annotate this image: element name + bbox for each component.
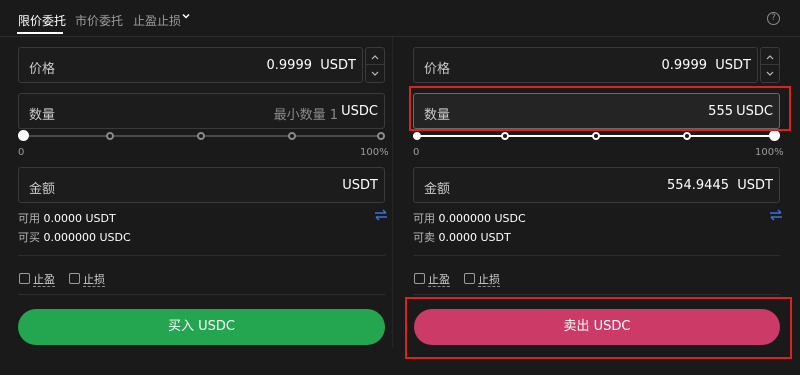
sell-sellable-value: 0.0000 USDT [438, 231, 511, 244]
sell-amount-value: 554.9445 [666, 178, 729, 193]
swap-arrows-icon[interactable] [374, 209, 388, 221]
buy-quantity-field[interactable]: 数量 最小数量 1 USDC [18, 93, 385, 129]
slider-thumb[interactable] [769, 130, 780, 141]
sell-take-profit-checkbox[interactable] [414, 273, 425, 284]
sell-slider-min: 0 [413, 147, 420, 158]
buy-buyable-label: 可买 [18, 231, 40, 244]
buy-price-value: 0.9999 [266, 58, 313, 73]
buy-slider-min: 0 [18, 147, 25, 158]
buy-stop-loss-checkbox[interactable] [69, 273, 80, 284]
buy-button[interactable]: 买入 USDC [18, 309, 385, 345]
buy-available-value: 0.0000 USDT [43, 212, 116, 225]
sell-separator-2 [413, 294, 780, 295]
slider-step-100[interactable] [377, 132, 385, 140]
buy-available-label: 可用 [18, 212, 40, 225]
buy-price-field[interactable]: 价格 0.9999 USDT [18, 47, 363, 83]
chevron-up-icon [371, 55, 379, 60]
slider-step-75[interactable] [683, 132, 691, 140]
buy-amount-label: 金额 [29, 182, 56, 197]
buy-take-profit-checkbox[interactable] [19, 273, 30, 284]
buy-price-unit: USDT [320, 58, 356, 73]
sell-stop-loss-checkbox[interactable] [464, 273, 475, 284]
slider-thumb[interactable] [18, 130, 29, 141]
sell-price-unit: USDT [715, 58, 751, 73]
sell-slider-max: 100% [755, 147, 784, 158]
column-divider [392, 37, 393, 347]
chevron-down-icon [766, 71, 774, 76]
sell-take-profit-label[interactable]: 止盈 [428, 273, 450, 287]
sell-amount-field[interactable]: 金额 554.9445 USDT [413, 167, 780, 203]
tab-limit-order[interactable]: 限价委托 [18, 12, 66, 29]
help-icon[interactable]: ? [767, 12, 780, 25]
buy-amount-field[interactable]: 金额 USDT [18, 167, 385, 203]
buy-quantity-slider[interactable] [18, 127, 385, 147]
chevron-down-icon[interactable] [181, 11, 191, 21]
sell-sellable-label: 可卖 [413, 231, 435, 244]
chevron-up-icon [766, 55, 774, 60]
buy-separator-2 [18, 294, 385, 295]
order-type-tabs: 限价委托 市价委托 止盈止损 ? [0, 0, 800, 36]
slider-step-75[interactable] [288, 132, 296, 140]
buy-price-decrement[interactable] [366, 65, 384, 82]
sell-button-highlight-box [405, 297, 792, 359]
buy-quantity-label: 数量 [29, 108, 56, 123]
slider-step-0[interactable] [413, 132, 421, 140]
buy-amount-unit: USDT [342, 178, 378, 193]
sell-price-stepper[interactable] [760, 47, 780, 83]
quantity-highlight-box [409, 86, 791, 131]
sell-sellable: 可卖 0.0000 USDT [413, 229, 511, 245]
slider-step-25[interactable] [501, 132, 509, 140]
sell-stop-loss-label[interactable]: 止损 [478, 273, 500, 287]
buy-quantity-unit: USDC [341, 104, 378, 119]
sell-price-field[interactable]: 价格 0.9999 USDT [413, 47, 758, 83]
sell-available-label: 可用 [413, 212, 435, 225]
chevron-down-icon [371, 71, 379, 76]
tab-market-order[interactable]: 市价委托 [75, 12, 123, 29]
buy-available: 可用 0.0000 USDT [18, 210, 116, 226]
buy-separator [18, 255, 385, 256]
buy-price-label: 价格 [29, 62, 56, 77]
sell-price-value: 0.9999 [661, 58, 708, 73]
swap-arrows-icon[interactable] [769, 209, 783, 221]
slider-step-50[interactable] [592, 132, 600, 140]
buy-price-stepper[interactable] [365, 47, 385, 83]
buy-slider-max: 100% [360, 147, 389, 158]
sell-price-increment[interactable] [761, 48, 779, 65]
tab-tp-sl[interactable]: 止盈止损 [133, 12, 181, 29]
sell-amount-label: 金额 [424, 182, 451, 197]
buy-panel: 价格 0.9999 USDT 数量 最小数量 1 USDC 0 100% 金额 … [0, 36, 390, 375]
buy-take-profit-label[interactable]: 止盈 [33, 273, 55, 287]
slider-step-50[interactable] [197, 132, 205, 140]
buy-buyable-value: 0.000000 USDC [43, 231, 131, 244]
buy-stop-loss-label[interactable]: 止损 [83, 273, 105, 287]
active-tab-indicator [17, 32, 63, 34]
buy-quantity-placeholder: 最小数量 1 [273, 108, 338, 123]
sell-price-label: 价格 [424, 62, 451, 77]
sell-available: 可用 0.000000 USDC [413, 210, 526, 226]
sell-available-value: 0.000000 USDC [438, 212, 526, 225]
buy-buyable: 可买 0.000000 USDC [18, 229, 131, 245]
sell-amount-unit: USDT [737, 178, 773, 193]
slider-step-25[interactable] [106, 132, 114, 140]
sell-separator [413, 255, 780, 256]
buy-price-increment[interactable] [366, 48, 384, 65]
sell-price-decrement[interactable] [761, 65, 779, 82]
